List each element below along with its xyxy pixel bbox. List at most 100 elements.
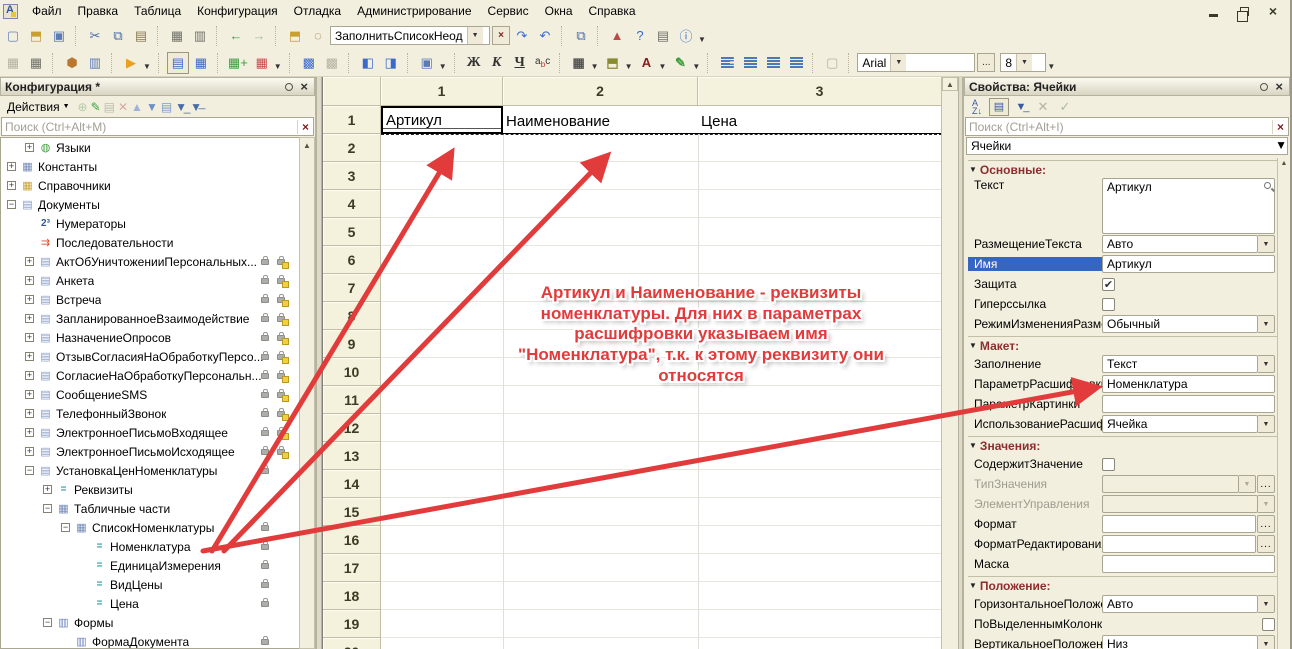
delete-table-icon[interactable]: ▦ (251, 52, 273, 74)
collapse-icon[interactable]: − (61, 523, 70, 532)
chevron-down-icon[interactable]: ▼ (1258, 315, 1275, 333)
forward-icon[interactable]: → (248, 25, 270, 47)
filter-clear-icon[interactable]: ▼̶ (190, 100, 202, 114)
replace-forward-icon[interactable]: ↷ (511, 25, 533, 47)
tree-item[interactable]: +=Реквизиты (1, 480, 299, 499)
pin-icon[interactable] (285, 83, 293, 91)
info-icon[interactable]: ⓘ (675, 25, 697, 47)
input-field[interactable] (1102, 395, 1275, 413)
underline-button[interactable]: Ч (509, 52, 531, 74)
align-left-button[interactable] (716, 52, 738, 74)
font-dialog-button[interactable]: ... (977, 53, 995, 72)
tree-item[interactable]: +▤ЭлектронноеПисьмоИсходящее (1, 442, 299, 461)
row-header-2[interactable]: 2 (323, 134, 381, 162)
toolbar-overflow-icon[interactable]: ▼ (698, 35, 706, 44)
show-grid-icon[interactable]: ▩ (321, 52, 343, 74)
merge-cells-icon[interactable]: ▣ (416, 52, 438, 74)
expand-icon[interactable]: + (25, 409, 34, 418)
combo-field[interactable]: Низ (1102, 635, 1258, 649)
magnifier-icon[interactable] (1264, 182, 1271, 189)
tree-item[interactable]: +▦Константы (1, 157, 299, 176)
back-icon[interactable]: ← (225, 25, 247, 47)
font-name-combo[interactable]: Arial▼ (857, 53, 975, 72)
tree-item[interactable]: −▥Формы (1, 613, 299, 632)
input-field[interactable] (1102, 535, 1256, 553)
expand-icon[interactable]: + (25, 390, 34, 399)
menu-файл[interactable]: Файл (24, 2, 70, 20)
expand-icon[interactable]: + (25, 314, 34, 323)
row-header-8[interactable]: 8 (323, 302, 381, 330)
triangle-down-icon[interactable]: ▼ (969, 165, 977, 174)
find-in-files-icon[interactable]: ⬒ (284, 25, 306, 47)
chevron-down-icon[interactable]: ▼ (143, 62, 151, 71)
close-panel-icon[interactable]: × (300, 79, 308, 94)
properties-search-input[interactable] (966, 119, 1272, 134)
split-left-icon[interactable]: ◧ (357, 52, 379, 74)
expand-icon[interactable]: + (7, 162, 16, 171)
expand-icon[interactable]: + (43, 485, 52, 494)
triangle-down-icon[interactable]: ▼ (969, 581, 977, 590)
menu-таблица[interactable]: Таблица (126, 2, 189, 20)
tree-item[interactable]: +▤ЭлектронноеПисьмоВходящее (1, 423, 299, 442)
checkbox[interactable] (1262, 618, 1275, 631)
expand-icon[interactable]: + (25, 352, 34, 361)
tree-item[interactable]: ▥ФормаДокумента (1, 632, 299, 649)
tree-item[interactable]: −▦СписокНоменклатуры (1, 518, 299, 537)
expand-icon[interactable]: + (25, 295, 34, 304)
clear-search-icon[interactable]: × (1272, 120, 1288, 134)
replace-back-icon[interactable]: ↶ (534, 25, 556, 47)
expand-icon[interactable]: + (25, 371, 34, 380)
view-grid-icon[interactable]: ▦ (190, 52, 212, 74)
cell-артикул[interactable]: Артикул (381, 106, 503, 134)
combo-field[interactable]: Авто (1102, 235, 1258, 253)
row-header-5[interactable]: 5 (323, 218, 381, 246)
filter-properties-icon[interactable]: ▼̲ (1011, 98, 1031, 116)
menu-отладка[interactable]: Отладка (286, 2, 349, 20)
view-list-icon[interactable]: ▤ (167, 52, 189, 74)
expand-icon[interactable]: + (25, 143, 34, 152)
row-header-10[interactable]: 10 (323, 358, 381, 386)
tree-item[interactable]: +▤ТелефонныйЗвонок (1, 404, 299, 423)
expand-icon[interactable]: + (25, 428, 34, 437)
cell-цена[interactable]: Цена (698, 106, 942, 134)
move-down-icon[interactable]: ▼ (146, 100, 158, 114)
clear-combo-button[interactable]: × (492, 26, 510, 45)
text-color-button[interactable]: abc (532, 52, 554, 74)
run-icon[interactable]: ▶ (120, 52, 142, 74)
row-header-1[interactable]: 1 (323, 106, 381, 134)
tree-item[interactable]: −▤Документы (1, 195, 299, 214)
combo-field[interactable]: Ячейка (1102, 415, 1258, 433)
apply-edit-icon[interactable]: ✓ (1055, 98, 1075, 116)
syntax-assistant-icon[interactable]: ▲ (606, 25, 628, 47)
tree-item[interactable]: ⇉Последовательности (1, 233, 299, 252)
column-header-2[interactable]: 2 (503, 77, 698, 106)
align-center-button[interactable] (739, 52, 761, 74)
ellipsis-button[interactable]: ... (1257, 475, 1275, 493)
delete-icon[interactable]: ✕ (118, 100, 128, 114)
chevron-down-icon[interactable]: ▼ (1258, 495, 1275, 513)
combo-field[interactable]: Текст (1102, 355, 1258, 373)
chevron-down-icon[interactable]: ▼ (1258, 415, 1275, 433)
grid-icon[interactable]: ▦ (2, 52, 24, 74)
help-search-icon[interactable]: ? (629, 25, 651, 47)
collapse-icon[interactable]: − (7, 200, 16, 209)
sort-icon[interactable]: ▤ (161, 100, 172, 114)
tree-item[interactable]: +▤СогласиеНаОбработкуПерсональн... (1, 366, 299, 385)
open-icon[interactable]: ⬒ (25, 25, 47, 47)
input-field[interactable] (1102, 515, 1256, 533)
property-object-selector[interactable]: Ячейки ▼ (966, 137, 1288, 155)
italic-button[interactable]: К (486, 52, 508, 74)
restore-button[interactable] (1234, 3, 1252, 19)
add-table-icon[interactable]: ▦+ (226, 52, 250, 74)
chevron-down-icon[interactable]: ▼ (625, 62, 633, 71)
configuration-search-input[interactable] (2, 119, 297, 134)
paste-icon[interactable]: ▤ (130, 25, 152, 47)
new-icon[interactable]: ▢ (2, 25, 24, 47)
chevron-down-icon[interactable]: ▼ (658, 62, 666, 71)
tree-item[interactable]: =ВидЦены (1, 575, 299, 594)
tree-item[interactable]: +▤НазначениеОпросов (1, 328, 299, 347)
move-up-icon[interactable]: ▲ (131, 100, 143, 114)
combo-field[interactable]: Обычный (1102, 315, 1258, 333)
expand-icon[interactable]: + (25, 276, 34, 285)
combo-field[interactable]: Авто (1102, 595, 1258, 613)
